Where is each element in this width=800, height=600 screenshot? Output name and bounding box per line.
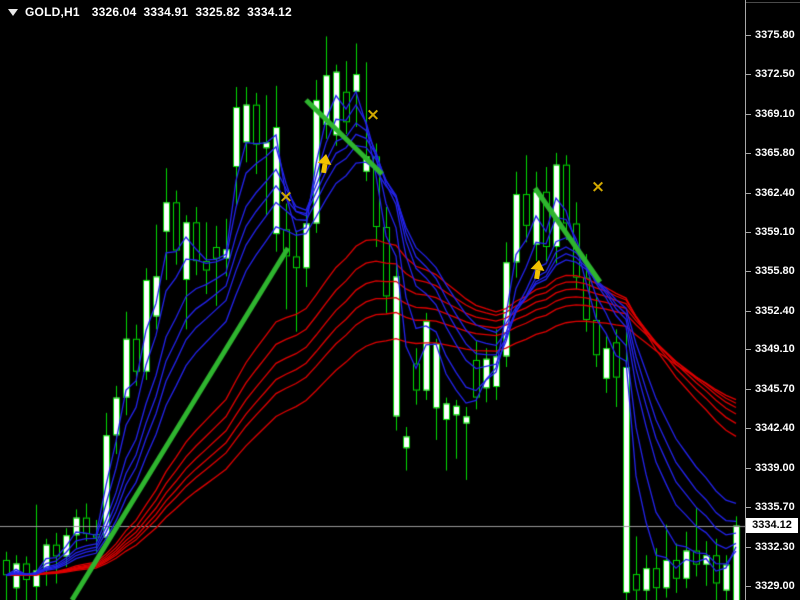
price-tick-dash — [745, 389, 751, 390]
price-tick-dash — [745, 271, 751, 272]
high-value: 3334.91 — [144, 5, 189, 19]
price-tick-label: 3339.00 — [755, 462, 795, 474]
mt4-chart-window: GOLD,H1 3326.04 3334.91 3325.82 3334.12 … — [0, 0, 800, 600]
price-tick-label: 3342.40 — [755, 422, 795, 434]
price-tick-label: 3335.70 — [755, 501, 795, 513]
exit-x-icon: × — [279, 187, 293, 207]
price-tick-dash — [745, 547, 751, 548]
price-tick-dash — [745, 232, 751, 233]
price-tick-dash — [745, 468, 751, 469]
price-tick-dash — [745, 507, 751, 508]
buy-signal-up-arrow-icon — [529, 259, 547, 281]
arrow-stem — [534, 270, 540, 280]
exit-x-icon: × — [366, 105, 380, 125]
price-tick-dash — [745, 114, 751, 115]
price-tick-dash — [745, 349, 751, 350]
chart-title: GOLD,H1 3326.04 3334.91 3325.82 3334.12 — [8, 5, 299, 19]
price-tick-dash — [745, 35, 751, 36]
price-tick-label: 3345.70 — [755, 383, 795, 395]
exit-x-icon: × — [591, 177, 605, 197]
open-value: 3326.04 — [92, 5, 137, 19]
arrow-stem — [321, 164, 327, 174]
price-tick-dash — [745, 311, 751, 312]
price-tick-label: 3369.10 — [755, 108, 795, 120]
current-price-box: 3334.12 — [746, 518, 798, 533]
price-tick-label: 3359.10 — [755, 226, 795, 238]
low-value: 3325.82 — [195, 5, 240, 19]
candlestick-chart-canvas[interactable] — [0, 0, 746, 600]
price-tick-dash — [745, 153, 751, 154]
buy-signal-up-arrow-icon — [316, 153, 334, 175]
price-tick-label: 3352.40 — [755, 305, 795, 317]
price-tick-dash — [745, 586, 751, 587]
price-tick-label: 3365.80 — [755, 147, 795, 159]
price-tick-label: 3332.30 — [755, 541, 795, 553]
chart-menu-arrow-icon[interactable] — [8, 9, 18, 16]
price-tick-dash — [745, 428, 751, 429]
price-tick-label: 3362.40 — [755, 187, 795, 199]
price-tick-label: 3372.50 — [755, 68, 795, 80]
price-tick-label: 3355.80 — [755, 265, 795, 277]
price-tick-label: 3329.00 — [755, 580, 795, 592]
symbol-period-label: GOLD,H1 — [25, 5, 80, 19]
price-axis-separator — [745, 0, 746, 600]
price-tick-dash — [745, 74, 751, 75]
price-tick-label: 3375.80 — [755, 29, 795, 41]
price-tick-dash — [745, 193, 751, 194]
close-value: 3334.12 — [247, 5, 292, 19]
price-tick-label: 3349.10 — [755, 343, 795, 355]
